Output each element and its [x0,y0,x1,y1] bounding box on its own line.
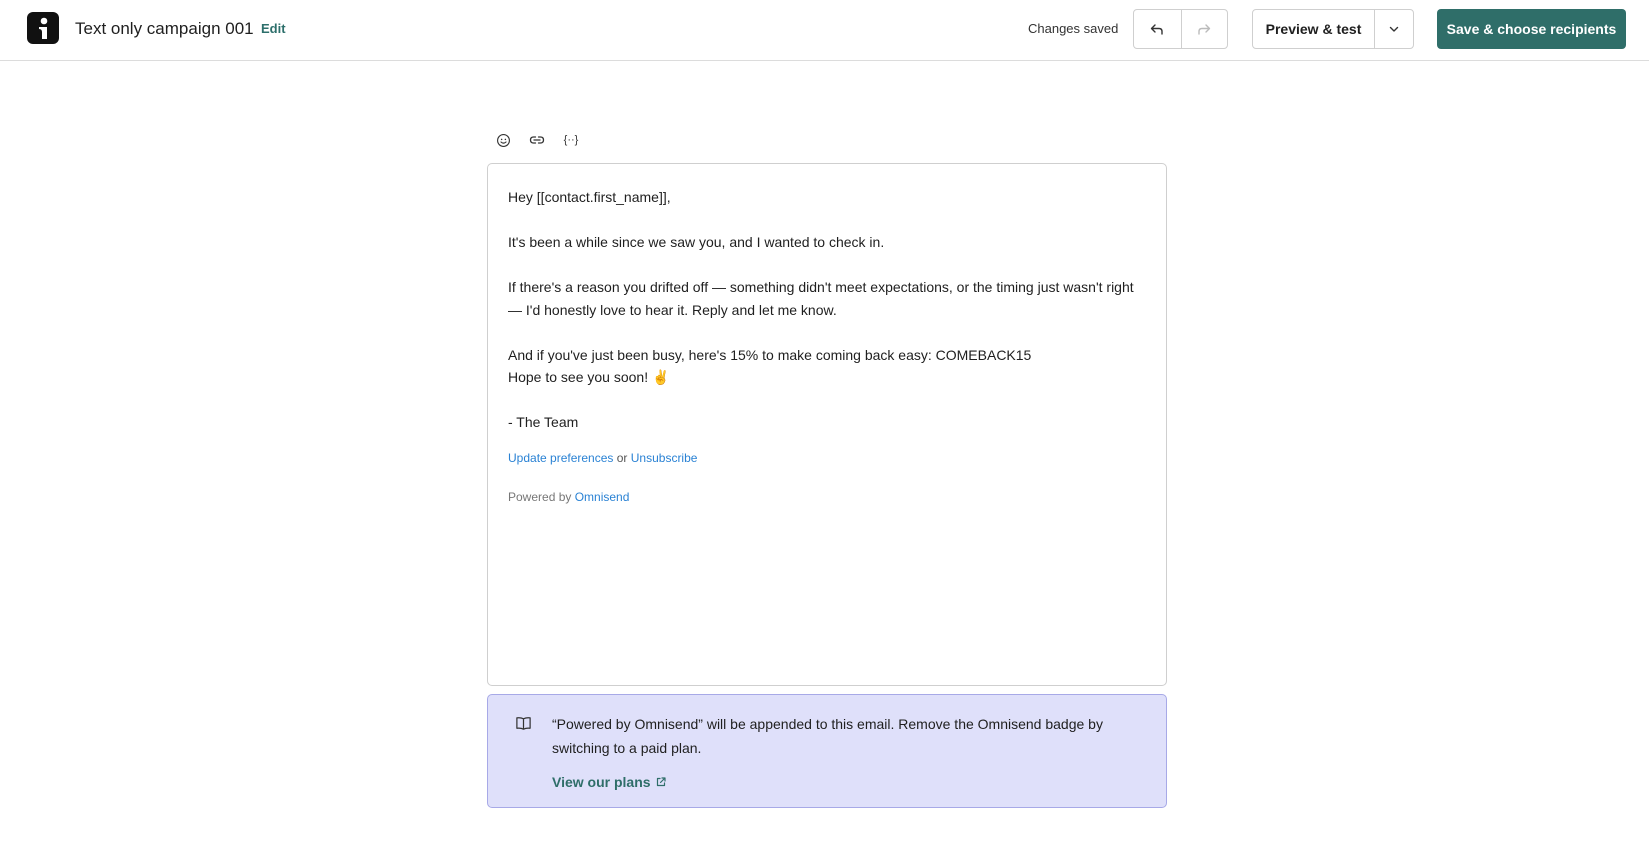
campaign-title: Text only campaign 001 [75,19,254,38]
omnisend-logo-icon[interactable] [27,12,59,44]
unsubscribe-link[interactable]: Unsubscribe [631,451,698,465]
insert-link-button[interactable] [526,129,548,151]
view-plans-label: View our plans [552,774,651,790]
book-icon [516,717,531,730]
footer-links: Update preferences or Unsubscribe [508,450,1146,466]
view-plans-link[interactable]: View our plans [552,772,667,792]
undo-icon [1151,24,1163,35]
paragraph-1: It's been a while since we saw you, and … [508,234,885,250]
banner-message: “Powered by Omnisend” will be appended t… [552,716,1103,756]
preview-menu-button[interactable] [1374,10,1413,48]
undo-redo-group [1133,9,1228,49]
preview-test-button[interactable]: Preview & test [1253,10,1374,48]
link-icon [529,136,545,144]
save-status: Changes saved [1028,21,1119,36]
emoji-button[interactable] [492,129,514,151]
redo-button[interactable] [1180,10,1228,48]
chevron-down-icon [1389,26,1399,32]
editor-toolbar: {··} [492,129,582,151]
emoji-icon [496,133,510,147]
edit-title-link[interactable]: Edit [261,21,286,37]
preview-split-button: Preview & test [1252,9,1414,49]
sms-editor[interactable]: Hey [[contact.first_name]], It's been a … [487,163,1167,686]
info-banner: “Powered by Omnisend” will be appended t… [487,694,1167,808]
or-text: or [613,450,631,465]
paragraph-3-line-2: Hope to see you soon! ✌️ [508,369,670,385]
paragraph-3-line-1: And if you've just been busy, here's 15%… [508,346,1032,363]
save-choose-recipients-button[interactable]: Save & choose recipients [1437,9,1626,49]
update-preferences-link[interactable]: Update preferences [508,451,613,465]
omnisend-link[interactable]: Omnisend [575,490,630,504]
greeting-line: Hey [[contact.first_name]], [508,189,671,205]
merge-tag-icon: {··} [563,134,579,146]
signoff-line: - The Team [508,414,579,430]
paragraph-2: If there's a reason you drifted off — so… [508,279,1134,318]
top-bar: Text only campaign 001 Edit Changes save… [0,0,1649,61]
merge-tag-button[interactable]: {··} [560,129,582,151]
external-link-icon [656,777,666,787]
powered-by-line: Powered by Omnisend [508,489,1146,505]
powered-by-text: Powered by [508,489,575,504]
undo-button[interactable] [1134,10,1181,48]
redo-icon [1198,24,1211,35]
